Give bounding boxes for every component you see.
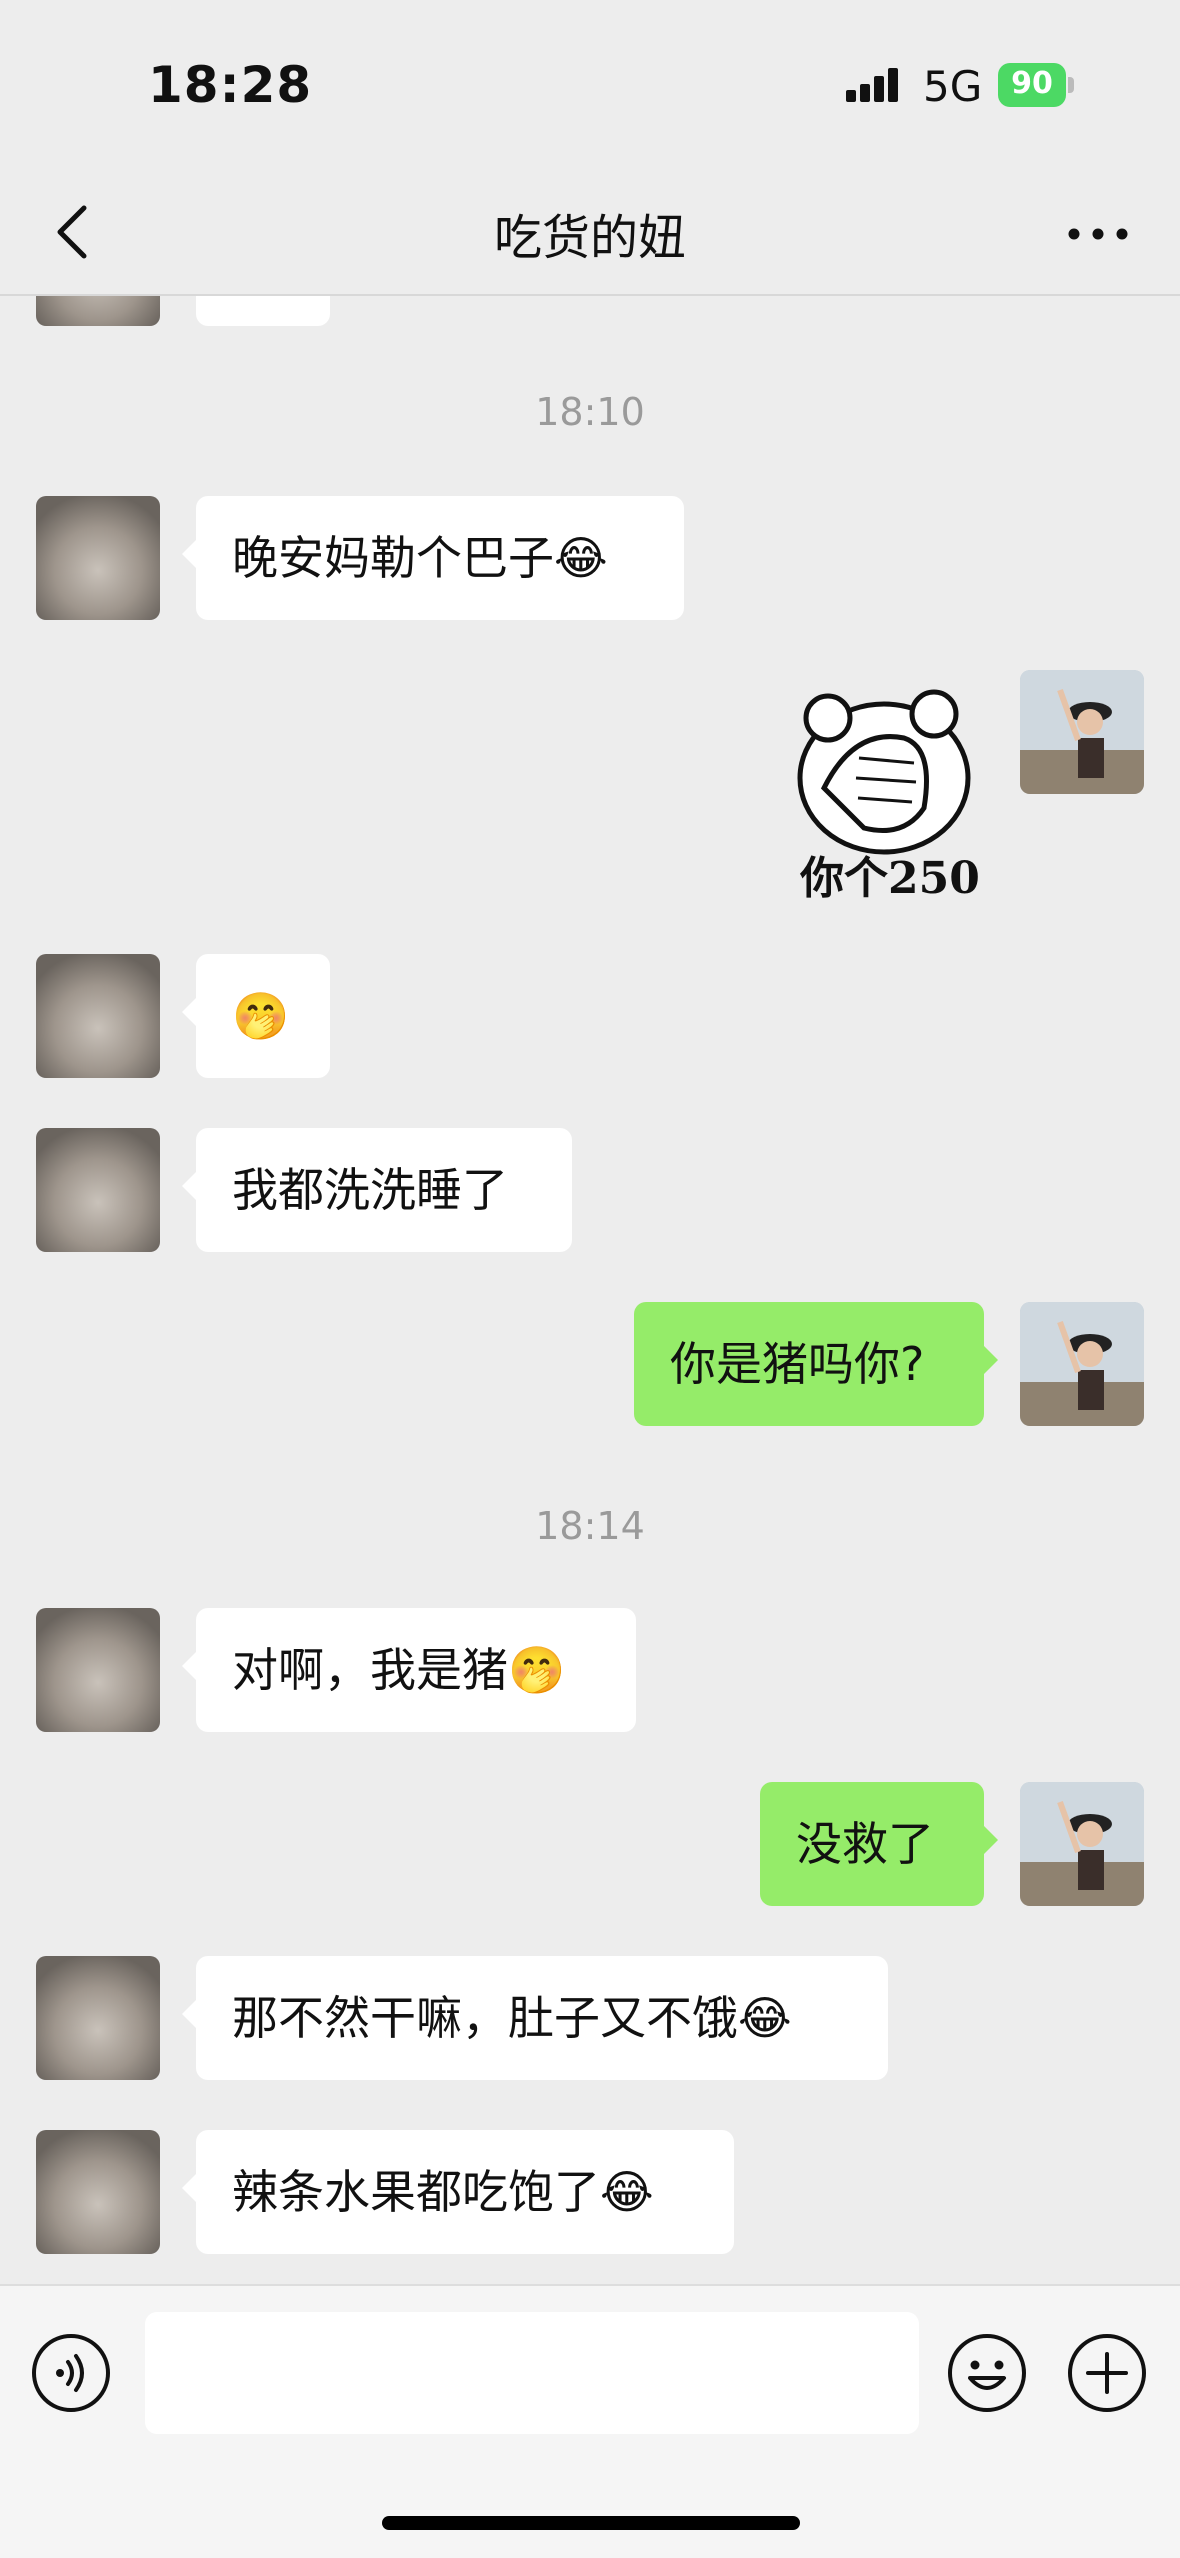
message-bubble-partial[interactable] — [196, 294, 330, 326]
message-input[interactable] — [145, 2312, 919, 2434]
avatar-self-figure — [1020, 670, 1144, 794]
sticker-caption: 你个250 — [800, 853, 980, 904]
message-text: 对啊，我是猪 — [232, 1643, 508, 1697]
chevron-left-icon[interactable] — [36, 192, 116, 272]
avatar-contact[interactable] — [36, 496, 160, 620]
timestamp: 18:14 — [535, 1504, 645, 1548]
message-text: 你是猪吗你? — [670, 1337, 925, 1391]
avatar-contact[interactable] — [36, 1956, 160, 2080]
message-text: 晚安妈勒个巴子 — [232, 531, 554, 585]
message-bubble-incoming[interactable]: 对啊，我是猪🤭 — [182, 1608, 636, 1732]
message-text: 没救了 — [796, 1817, 934, 1871]
emoji: 😂 — [554, 531, 608, 585]
battery-icon: 90 — [998, 63, 1074, 107]
message-bubble-outgoing[interactable]: 你是猪吗你? — [634, 1302, 998, 1426]
avatar-self[interactable] — [1020, 1782, 1144, 1906]
message-text: 那不然干嘛，肚子又不饿 — [232, 1991, 738, 2045]
message-text: 辣条水果都吃饱了 — [232, 2165, 600, 2219]
message-bubble-incoming[interactable]: 那不然干嘛，肚子又不饿😂 — [182, 1956, 888, 2080]
avatar-self-figure — [1020, 1782, 1144, 1906]
status-bar: 18:28 5G 90 — [0, 0, 1180, 170]
message-text: 我都洗洗睡了 — [232, 1163, 508, 1217]
emoji: 🤭 — [508, 1643, 566, 1697]
emoji: 😂 — [738, 1991, 792, 2045]
avatar-contact[interactable] — [36, 954, 160, 1078]
nav-bar: 吃货的妞 — [0, 170, 1180, 296]
emoji-icon[interactable] — [946, 2332, 1028, 2414]
signal-icon — [846, 68, 898, 102]
voice-icon[interactable] — [30, 2332, 112, 2414]
avatar-self-figure — [1020, 1302, 1144, 1426]
message-bubble-outgoing[interactable]: 没救了 — [760, 1782, 998, 1906]
more-dots-icon[interactable] — [1060, 196, 1136, 272]
emoji: 🤭 — [232, 989, 290, 1043]
avatar-self[interactable] — [1020, 1302, 1144, 1426]
plus-circle-icon[interactable] — [1066, 2332, 1148, 2414]
emoji: 😂 — [600, 2165, 654, 2219]
avatar-contact[interactable] — [36, 1608, 160, 1732]
battery-level: 90 — [1011, 66, 1053, 101]
avatar-self[interactable] — [1020, 670, 1144, 794]
message-bubble-incoming[interactable]: 辣条水果都吃饱了😂 — [182, 2130, 734, 2254]
message-bubble-incoming[interactable]: 我都洗洗睡了 — [182, 1128, 572, 1252]
avatar-contact[interactable] — [36, 2130, 160, 2254]
input-bar — [0, 2284, 1180, 2558]
message-bubble-incoming[interactable]: 晚安妈勒个巴子😂 — [182, 496, 684, 620]
avatar-contact[interactable] — [36, 1128, 160, 1252]
status-time: 18:28 — [148, 56, 313, 114]
message-list[interactable]: 18:10 晚安妈勒个巴子😂 你个250 🤭 我都洗洗睡了 你是猪吗你? 18:… — [0, 294, 1180, 2284]
home-indicator[interactable] — [382, 2516, 800, 2530]
timestamp: 18:10 — [535, 390, 645, 434]
avatar-contact[interactable] — [36, 294, 160, 326]
network-label: 5G — [923, 62, 983, 111]
message-bubble-incoming[interactable]: 🤭 — [182, 954, 330, 1078]
chat-title: 吃货的妞 — [493, 210, 686, 266]
